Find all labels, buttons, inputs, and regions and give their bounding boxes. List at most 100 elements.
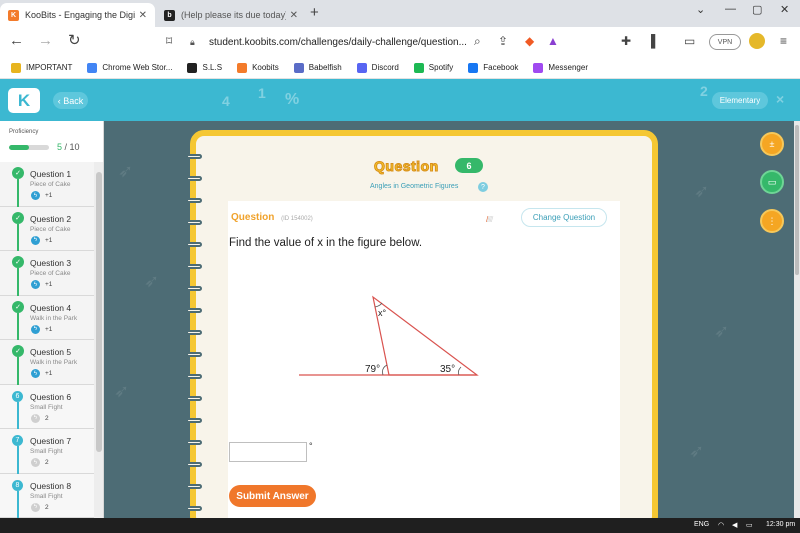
back-label: Back	[63, 95, 84, 106]
decor-rocket-icon: ➶	[689, 441, 705, 461]
volume-icon[interactable]: ◀	[732, 521, 737, 529]
notebook-ring	[186, 176, 202, 181]
check-icon: ✓	[12, 256, 24, 268]
brave-shield-icon[interactable]: ◆	[525, 34, 534, 48]
bookmark-item[interactable]: IMPORTANT	[11, 62, 72, 73]
scratchpad-tool-icon[interactable]: ⋮	[760, 209, 784, 233]
ruler-tool-icon[interactable]: ▭	[760, 170, 784, 194]
question-difficulty: Walk in the Park	[30, 359, 78, 366]
lightning-icon: ϟ	[31, 458, 40, 467]
reload-icon[interactable]: ↻	[68, 32, 81, 50]
extensions-icon[interactable]: ✚	[621, 34, 631, 48]
sidebar-question-item[interactable]: 6 Question 6 Small Fight ϟ 2	[0, 384, 94, 430]
sidebar-question-item[interactable]: ✓ Question 5 Walk in the Park ϟ +1	[0, 340, 94, 385]
vpn-button[interactable]: VPN	[709, 34, 741, 50]
bookmark-item[interactable]: Babelfish	[293, 62, 342, 73]
tab-search-icon[interactable]: ⌄	[696, 3, 705, 16]
browser-toolbar: ← → ↻ ⌑ 🔒︎ student.koobits.com/challenge…	[0, 27, 800, 57]
bookmark-item[interactable]: Messenger	[533, 62, 588, 73]
question-label: Question (ID 154002)	[231, 212, 313, 223]
question-notebook: Question 6 Angles in Geometric Figures ?…	[186, 130, 658, 518]
new-tab-button[interactable]: +	[310, 4, 319, 21]
notebook-ring	[186, 396, 202, 401]
minimize-button[interactable]: —	[725, 3, 736, 15]
back-button[interactable]: ‹ Back	[53, 92, 88, 109]
question-title: Question 7	[30, 436, 72, 446]
sidebar-question-item[interactable]: 8 Question 8 Small Fight ϟ 2	[0, 473, 94, 518]
calculator-tool-icon[interactable]: ±	[760, 132, 784, 156]
close-window-button[interactable]: ✕	[780, 3, 789, 16]
bookmark-label: Messenger	[548, 63, 588, 72]
close-tab-icon[interactable]: ✕	[139, 10, 147, 21]
level-badge[interactable]: Elementary	[712, 92, 768, 109]
question-number-marker: 7	[12, 435, 23, 446]
help-icon[interactable]: ?	[478, 182, 488, 192]
app-header: K ‹ Back 4 1 % 2 Elementary ×	[0, 79, 800, 121]
sidebar-question-item[interactable]: ✓ Question 3 Piece of Cake ϟ +1	[0, 251, 94, 296]
angle-label-x: x°	[378, 308, 387, 318]
battery-icon[interactable]: ▭	[746, 521, 753, 529]
question-points: ϟ +1	[31, 280, 52, 289]
triangle-outline	[372, 295, 479, 376]
notebook-ring	[186, 198, 202, 203]
page-scrollbar[interactable]	[794, 121, 800, 518]
koobits-logo[interactable]: K	[8, 88, 40, 113]
bookmark-item[interactable]: Spotify	[413, 62, 453, 73]
back-arrow-icon[interactable]: ←	[9, 32, 24, 50]
address-bar[interactable]: 🔒︎ student.koobits.com/challenges/daily-…	[190, 31, 568, 53]
menu-icon[interactable]: ≡	[780, 34, 787, 48]
sidebar-scrollbar-thumb[interactable]	[96, 172, 102, 452]
notebook-ring	[186, 418, 202, 423]
bookmark-item[interactable]: S.L.S	[187, 62, 222, 73]
close-tab-icon[interactable]: ✕	[290, 10, 298, 21]
bookmark-icon[interactable]: ⌑	[166, 32, 172, 50]
bookmark-item[interactable]: Koobits	[237, 62, 279, 73]
tab-brainly[interactable]: b (Help please its due today) - Brainly.…	[156, 3, 306, 27]
question-points: ϟ2	[31, 458, 49, 467]
share-icon[interactable]: ⇪	[498, 34, 508, 48]
notebook-ring	[186, 330, 202, 335]
vpn-label: VPN	[717, 38, 733, 46]
points-value: +1	[45, 325, 53, 333]
url-text[interactable]: student.koobits.com/challenges/daily-cha…	[209, 37, 467, 48]
lightning-icon: ϟ	[31, 280, 40, 289]
answer-input[interactable]	[229, 442, 307, 462]
sidebar-toggle-icon[interactable]: ▌	[651, 34, 660, 48]
messenger-icon	[533, 62, 544, 73]
browser-tab-bar: K KooBits - Engaging the Digital Mat ✕ b…	[0, 0, 800, 27]
language-indicator[interactable]: ENG	[694, 521, 709, 528]
progress-line	[17, 268, 19, 296]
forward-arrow-icon[interactable]: →	[38, 32, 53, 50]
notebook-rings	[186, 154, 206, 518]
brave-rewards-icon[interactable]: ▲	[547, 34, 559, 48]
zoom-icon[interactable]: ⌕	[474, 34, 481, 49]
change-question-button[interactable]: Change Question	[521, 208, 607, 227]
sidebar-question-item[interactable]: 7 Question 7 Small Fight ϟ 2	[0, 429, 94, 474]
notebook-ring	[186, 264, 202, 269]
sidebar-question-item[interactable]: ✓ Question 2 Piece of Cake ϟ +1	[0, 206, 94, 252]
sidebar-question-item[interactable]: ✓ Question 1 Piece of Cake ϟ +1	[0, 162, 94, 207]
lock-icon: 🔒︎	[190, 36, 195, 47]
maximize-button[interactable]: ▢	[752, 3, 762, 16]
tab-koobits[interactable]: K KooBits - Engaging the Digital Mat ✕	[0, 3, 155, 27]
points-value: 2	[45, 459, 49, 466]
bookmark-label: Facebook	[483, 63, 519, 72]
triangle-figure: x° 79° 35°	[299, 295, 479, 376]
lightning-icon: ϟ	[31, 369, 40, 378]
points-value: +1	[45, 236, 53, 244]
profile-avatar[interactable]	[749, 33, 765, 49]
wifi-icon[interactable]: ◠	[718, 521, 724, 529]
clock[interactable]: 12:30 pm	[766, 521, 795, 528]
bookmark-item[interactable]: Chrome Web Stor...	[87, 62, 172, 73]
koobits-favicon: K	[8, 9, 19, 21]
bookmark-item[interactable]: Discord	[356, 62, 399, 73]
notebook-ring	[186, 374, 202, 379]
submit-answer-button[interactable]: Submit Answer	[229, 485, 316, 507]
bookmark-item[interactable]: Facebook	[468, 62, 519, 73]
sidebar-question-item[interactable]: ✓ Question 4 Walk in the Park ϟ +1	[0, 295, 94, 341]
progress-line	[17, 490, 19, 518]
page-scrollbar-thumb[interactable]	[795, 125, 799, 275]
sidebar-scrollbar[interactable]	[94, 162, 103, 518]
wallet-icon[interactable]: ▭	[684, 34, 695, 48]
notebook-ring	[186, 286, 202, 291]
